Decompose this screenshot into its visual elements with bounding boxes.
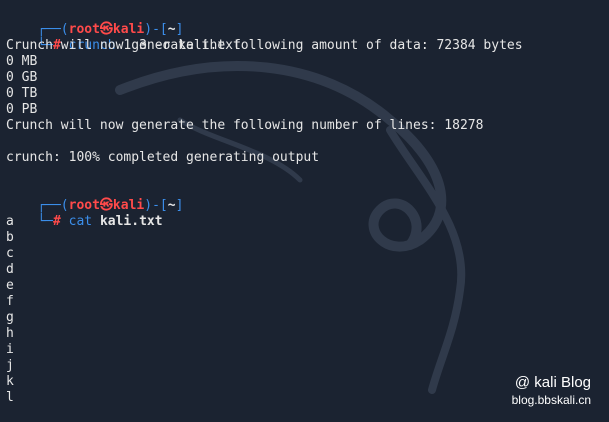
output-line: 0 MB xyxy=(6,54,38,69)
output-line: Crunch will now generate the following a… xyxy=(6,38,523,53)
cat-output-line: j xyxy=(6,358,14,373)
prompt-line-top: ┌──(root㉿kali)-[~] xyxy=(6,182,603,213)
cat-output-line: b xyxy=(6,230,14,245)
cat-output-line: i xyxy=(6,342,14,357)
cat-output-line: g xyxy=(6,310,14,325)
cat-output-line: a xyxy=(6,214,14,229)
command-line-1: └─# crunch 1 3 -o kali.txt xyxy=(6,22,603,53)
terminal-window[interactable]: ┌──(root㉿kali)-[~] └─# crunch 1 3 -o kal… xyxy=(0,0,609,422)
watermark-url: blog.bbskali.cn xyxy=(511,393,591,407)
output-line: 0 GB xyxy=(6,70,38,85)
watermark-title: @ kali Blog xyxy=(514,374,591,391)
blog-watermark: @ kali Blog blog.bbskali.cn xyxy=(512,374,591,408)
cat-output-line: h xyxy=(6,326,14,341)
output-line: 0 TB xyxy=(6,86,38,101)
cat-output-line: e xyxy=(6,278,14,293)
command-line-2: └─# cat kali.txt xyxy=(6,198,603,229)
output-line: crunch: 100% completed generating output xyxy=(6,150,320,165)
prompt-line-top: ┌──(root㉿kali)-[~] xyxy=(6,6,603,37)
output-line: 0 PB xyxy=(6,102,38,117)
output-line: Crunch will now generate the following n… xyxy=(6,118,484,133)
cat-output-line: c xyxy=(6,246,14,261)
cat-output-line: d xyxy=(6,262,14,277)
cat-output-line: f xyxy=(6,294,14,309)
